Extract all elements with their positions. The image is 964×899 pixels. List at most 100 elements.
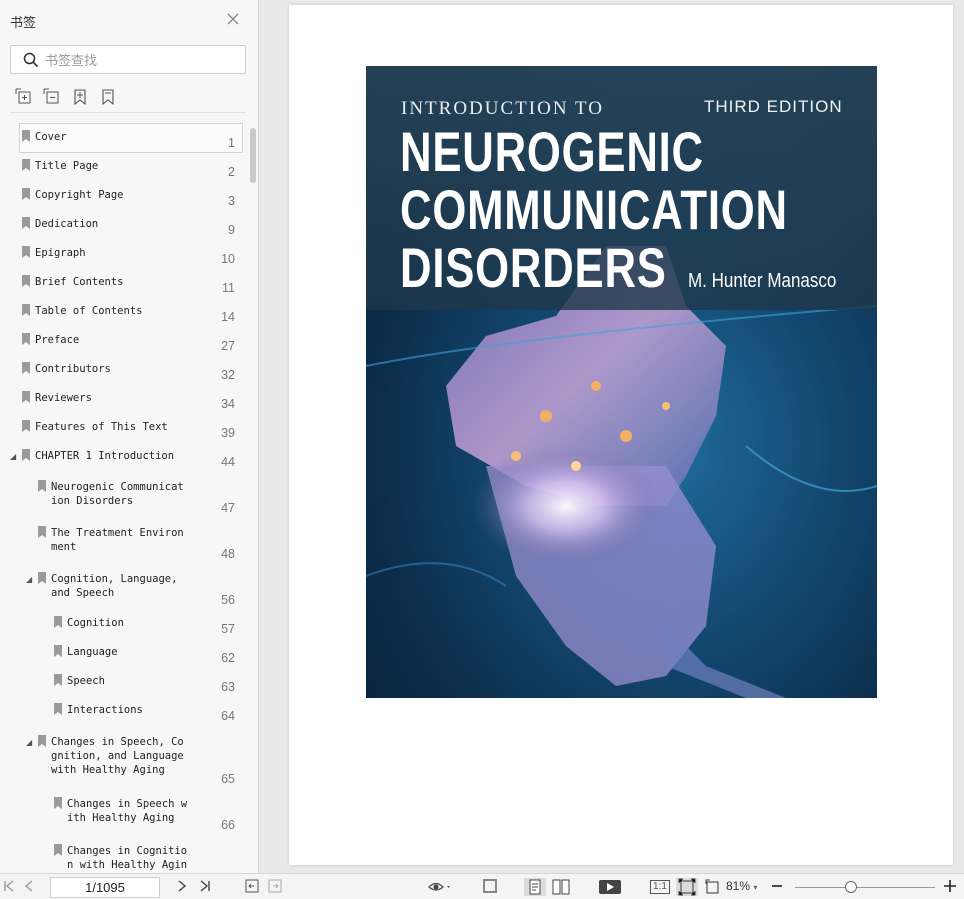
bookmark-icon — [38, 735, 46, 747]
search-icon — [23, 52, 39, 68]
sidebar-title: 书签 — [10, 15, 37, 30]
bookmark-icon — [22, 275, 30, 287]
book-cover-image: INTRODUCTION TO THIRD EDITION NEUROGENIC… — [366, 66, 877, 698]
zoom-out-icon[interactable] — [770, 878, 784, 896]
bookmark-icon — [22, 130, 30, 142]
bookmark-page: 1 — [228, 136, 235, 150]
collapse-arrow-icon[interactable]: ◢ — [26, 738, 32, 747]
previous-view-icon[interactable] — [244, 878, 260, 896]
bookmark-sidebar: 书签 Cover 1 Title Page 2 — [0, 0, 259, 873]
cover-author: M. Hunter Manasco — [688, 270, 837, 292]
add-bookmark-icon[interactable] — [71, 88, 89, 106]
bookmark-page: 56 — [221, 593, 235, 607]
zoom-in-icon[interactable] — [942, 878, 958, 896]
bookmark-page: 11 — [222, 281, 235, 295]
bookmark-icon — [54, 703, 62, 715]
bookmark-list: Cover 1 Title Page 2 Copyright Page 3 De… — [0, 120, 248, 873]
bookmark-label: Table of Contents — [35, 305, 143, 317]
bookmark-icon — [22, 391, 30, 403]
zoom-level-dropdown[interactable]: 81% ▾ — [726, 879, 757, 893]
single-page-icon[interactable] — [524, 878, 546, 896]
bookmark-label: Dedication — [35, 218, 99, 230]
collapse-arrow-icon[interactable]: ◢ — [10, 452, 16, 461]
fit-page-icon[interactable] — [676, 878, 698, 896]
bookmark-label: Title Page — [35, 160, 99, 172]
bookmark-icon — [54, 674, 62, 686]
bottom-toolbar: 1/1095 1:1 81% ▾ — [0, 873, 964, 899]
sidebar-scrollbar[interactable] — [248, 120, 258, 873]
bookmark-label: Cognition, Language, and Speech — [51, 573, 178, 599]
bookmark-label: Cognition — [67, 617, 124, 629]
actual-size-button[interactable]: 1:1 — [650, 880, 670, 894]
bookmark-icon — [22, 246, 30, 258]
bookmark-page: 27 — [221, 339, 235, 353]
bookmark-label: CHAPTER 1 Introduction — [35, 450, 175, 462]
zoom-slider-knob[interactable] — [845, 881, 857, 893]
bookmark-icon — [22, 420, 30, 432]
bookmark-icon — [22, 217, 30, 229]
close-icon[interactable] — [226, 12, 240, 26]
bookmark-icon — [54, 645, 62, 657]
chevron-down-icon: ▾ — [753, 883, 758, 892]
bookmark-page: 48 — [221, 547, 235, 561]
bookmark-label: Features of This Text — [35, 421, 168, 433]
bookmark-page: 14 — [221, 310, 235, 324]
bookmark-icon — [22, 362, 30, 374]
fit-width-icon[interactable] — [481, 878, 499, 896]
document-page: INTRODUCTION TO THIRD EDITION NEUROGENIC… — [289, 5, 953, 865]
bookmark-icon — [22, 159, 30, 171]
bookmark-page: 66 — [221, 818, 235, 832]
cover-title-line-1: NEUROGENIC — [400, 120, 704, 183]
zoom-value: 81% — [726, 879, 751, 893]
bookmark-label: Interactions — [67, 704, 143, 716]
cover-title-line-2: COMMUNICATION — [400, 178, 788, 241]
bookmark-icon — [22, 449, 30, 461]
collapse-all-icon[interactable] — [43, 88, 61, 106]
next-page-icon[interactable] — [175, 878, 189, 896]
zoom-slider-track[interactable] — [795, 887, 935, 888]
bookmark-label: Cover — [35, 131, 67, 143]
page-number-input[interactable]: 1/1095 — [50, 877, 160, 898]
bookmark-page: 57 — [221, 622, 235, 636]
bookmark-icon[interactable] — [99, 88, 117, 106]
bookmark-icon — [54, 844, 62, 856]
first-page-icon[interactable] — [2, 878, 16, 896]
cover-edition-text: THIRD EDITION — [704, 97, 843, 116]
bookmark-page: 32 — [221, 368, 235, 382]
bookmark-label: Epigraph — [35, 247, 86, 259]
bookmark-icon — [54, 797, 62, 809]
bookmark-page: 3 — [228, 194, 235, 208]
bookmark-label: Changes in Cognitio n with Healthy Agin — [67, 845, 188, 871]
collapse-arrow-icon[interactable]: ◢ — [26, 575, 32, 584]
bookmark-page: 63 — [221, 680, 235, 694]
bookmark-search-input[interactable] — [45, 50, 235, 70]
cover-intro-text: INTRODUCTION TO — [401, 98, 604, 119]
bookmark-label: Contributors — [35, 363, 111, 375]
bookmark-label: Changes in Speech, Co gnition, and Langu… — [51, 736, 184, 776]
bookmark-label: Reviewers — [35, 392, 92, 404]
bookmark-icon — [38, 526, 46, 538]
next-view-icon[interactable] — [267, 878, 283, 896]
bookmark-icon — [22, 188, 30, 200]
scrollbar-thumb[interactable] — [250, 128, 256, 183]
bookmark-icon — [38, 572, 46, 584]
bookmark-search-box[interactable] — [10, 45, 246, 74]
sidebar-divider — [10, 112, 246, 113]
bookmark-label: Language — [67, 646, 118, 658]
bookmark-label: Brief Contents — [35, 276, 124, 288]
previous-page-icon[interactable] — [22, 878, 36, 896]
bookmark-label: The Treatment Environ ment — [51, 527, 184, 553]
two-page-icon[interactable] — [551, 878, 571, 896]
expand-all-icon[interactable] — [15, 88, 33, 106]
last-page-icon[interactable] — [198, 878, 212, 896]
eye-view-icon[interactable] — [426, 878, 454, 896]
bookmark-page: 10 — [221, 252, 235, 266]
bookmark-page: 9 — [228, 223, 235, 237]
play-slideshow-icon[interactable] — [598, 878, 622, 896]
bookmark-icon — [38, 480, 46, 492]
rotate-page-icon[interactable] — [704, 878, 722, 896]
bookmark-page: 2 — [228, 165, 235, 179]
cover-title-line-3: DISORDERS — [400, 236, 667, 299]
bookmark-page: 65 — [221, 772, 235, 786]
bookmark-label: Changes in Speech w ith Healthy Aging — [67, 798, 188, 824]
